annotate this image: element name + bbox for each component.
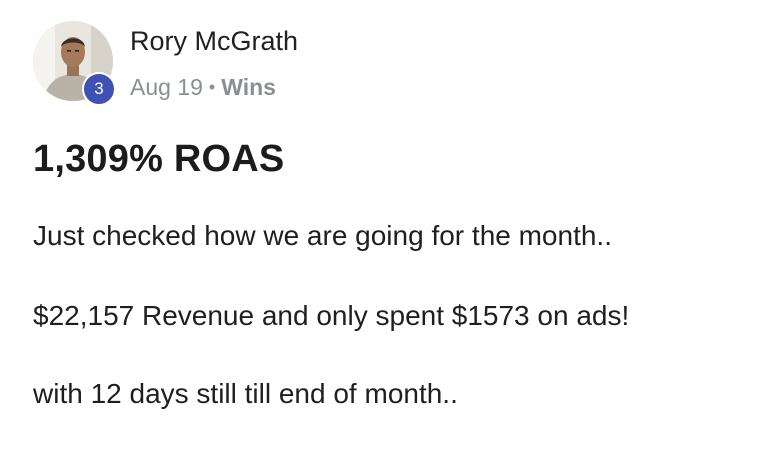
post-category[interactable]: Wins: [221, 74, 276, 100]
post-date[interactable]: Aug 19: [130, 74, 203, 100]
post-title: 1,309% ROAS: [33, 138, 285, 180]
post-paragraph: $22,157 Revenue and only spent $1573 on …: [33, 300, 630, 331]
post-card: 3 Rory McGrath Aug 19 • Wins 1,309% ROAS J…: [0, 0, 760, 460]
post-meta: Aug 19 • Wins: [130, 74, 276, 101]
level-badge: 3: [82, 72, 116, 106]
author-name[interactable]: Rory McGrath: [130, 26, 298, 57]
author-avatar-container[interactable]: 3: [33, 21, 116, 106]
meta-separator: •: [208, 77, 216, 97]
post-paragraph: Just checked how we are going for the mo…: [33, 220, 612, 251]
post-paragraph: with 12 days still till end of month..: [33, 378, 458, 409]
